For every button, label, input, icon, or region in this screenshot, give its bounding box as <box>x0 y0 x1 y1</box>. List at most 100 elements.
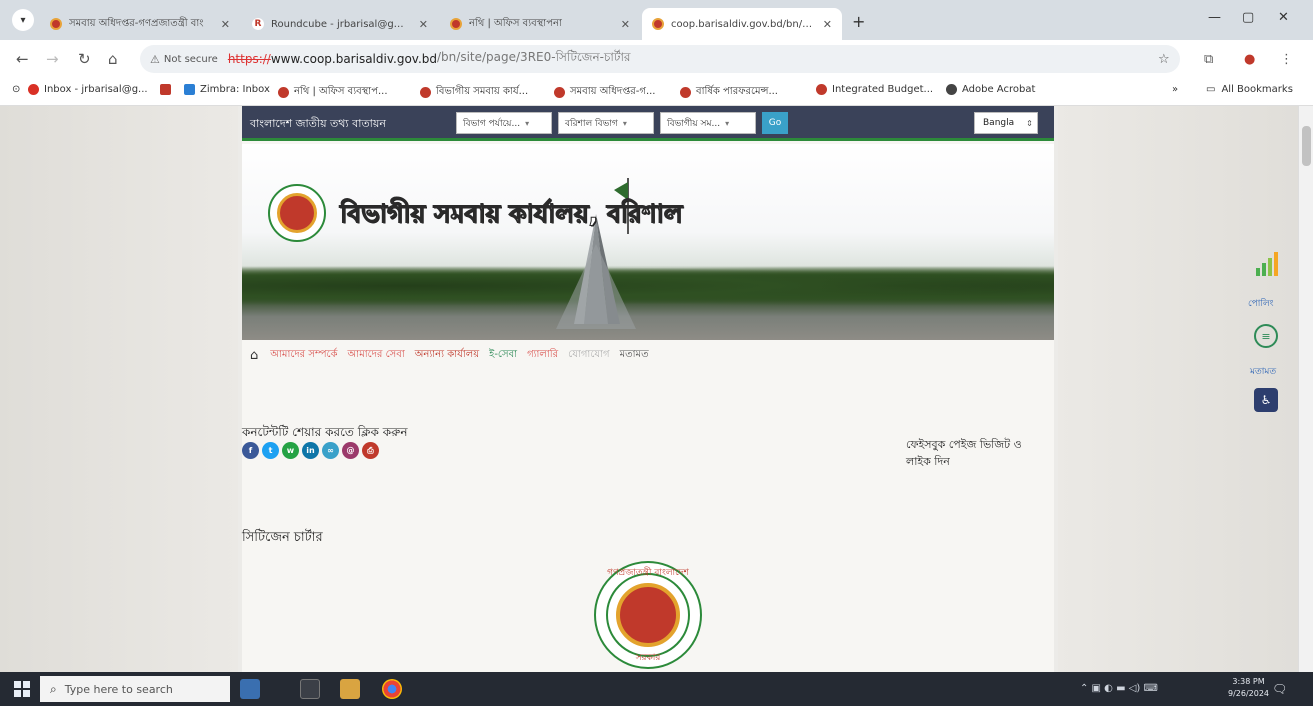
bookmark-item[interactable]: বিভাগীয় সমবায় কার্য... <box>420 84 528 101</box>
search-icon: ⌕ <box>50 681 57 696</box>
page-scrollbar[interactable] <box>1298 106 1313 672</box>
bookmark-label: Inbox - jrbarisal@g... <box>44 84 148 95</box>
page-title: সিটিজেন চার্টার <box>242 530 323 545</box>
menu-icon[interactable]: ⋮ <box>1280 52 1293 67</box>
security-label[interactable]: Not secure <box>164 54 218 65</box>
new-tab-button[interactable]: + <box>852 12 865 31</box>
government-seal-logo: গণপ্রজাতন্ত্রী বাংলাদেশ সরকার <box>594 561 702 669</box>
bookmark-item[interactable]: Zimbra: Inbox <box>184 84 270 95</box>
url-scheme: https:// <box>227 52 271 66</box>
close-window-icon[interactable]: ✕ <box>1278 10 1289 25</box>
feedback-chat-icon[interactable]: ≡ <box>1254 324 1278 348</box>
banner-title: বিভাগীয় সমবায় কার্যালয়, বরিশাল <box>339 199 683 229</box>
file-explorer-icon[interactable] <box>340 679 360 699</box>
menu-item-about[interactable]: আমাদের সম্পর্কে <box>270 347 337 364</box>
warning-icon[interactable]: ⚠ <box>150 53 160 66</box>
site-favicon-icon <box>420 87 431 98</box>
tab-title: নথি | অফিস ব্যবস্থাপনা <box>469 17 562 29</box>
bookmark-label: Adobe Acrobat <box>962 84 1036 95</box>
bookmark-item[interactable] <box>160 84 176 95</box>
linkedin-icon[interactable]: in <box>302 442 319 459</box>
bookmark-star-icon[interactable]: ☆ <box>1158 52 1170 67</box>
facebook-icon[interactable]: f <box>242 442 259 459</box>
bookmarks-more-button[interactable]: » <box>1172 84 1178 95</box>
menu-item-e-service[interactable]: ই-সেবা <box>489 347 517 364</box>
language-select[interactable]: Bangla ⇕ <box>974 112 1038 134</box>
browser-tab-active[interactable]: coop.barisaldiv.gov.bd/bn/site ✕ <box>642 8 842 40</box>
site-favicon-icon <box>278 87 289 98</box>
address-bar[interactable]: ⚠ Not secure https:// www.coop.barisaldi… <box>140 45 1180 73</box>
menu-item-services[interactable]: আমাদের সেবা <box>348 347 405 364</box>
scrollbar-thumb[interactable] <box>1302 126 1311 166</box>
browser-tab[interactable]: R Roundcube - jrbarisal@gmail.com ✕ <box>242 8 438 40</box>
taskbar-clock[interactable]: 3:38 PM 9/26/2024 <box>1228 676 1269 700</box>
print-icon[interactable]: ⎙ <box>362 442 379 459</box>
poll-chart-icon[interactable] <box>1256 248 1282 276</box>
feedback-label[interactable]: মতামত <box>1250 364 1276 379</box>
select-value: বিভাগ পর্যায়ে... <box>463 118 521 129</box>
link-icon[interactable]: ∞ <box>322 442 339 459</box>
bookmark-item[interactable]: Adobe Acrobat <box>946 84 1035 95</box>
accessibility-icon[interactable]: ♿ <box>1254 388 1278 412</box>
menu-item-other-offices[interactable]: অন্যান্য কার্যালয় <box>415 347 479 364</box>
task-view-icon[interactable] <box>300 679 320 699</box>
close-tab-icon[interactable]: ✕ <box>823 18 832 31</box>
forward-button[interactable]: → <box>46 50 59 68</box>
facebook-page-label[interactable]: ফেইসবুক পেইজ ভিজিট ও লাইক দিন <box>906 436 1046 470</box>
gmail-icon <box>28 84 39 95</box>
home-button[interactable]: ⌂ <box>108 50 118 68</box>
home-icon[interactable]: ⌂ <box>250 348 258 363</box>
menu-item-gallery[interactable]: গ্যালারি <box>527 347 558 364</box>
twitter-icon[interactable]: t <box>262 442 279 459</box>
back-button[interactable]: ← <box>16 50 29 68</box>
office-select[interactable]: বিভাগীয় সম... ▾ <box>660 112 756 134</box>
bookmark-label: Integrated Budget... <box>832 84 934 95</box>
windows-taskbar: ⌕ Type here to search ⌃ ▣ ◐ ▬ ◁) ⌨ 3:38 … <box>0 672 1313 706</box>
bird-app-icon[interactable] <box>240 679 260 699</box>
extensions-icon[interactable]: ⧉ <box>1204 52 1213 67</box>
share-icons: f t w in ∞ @ ⎙ <box>242 442 379 459</box>
bookmark-label: বার্ষিক পারফরমেন্স... <box>696 86 778 97</box>
page-viewport: বাংলাদেশ জাতীয় তথ্য বাতায়ন বিভাগ পর্যা… <box>0 106 1313 672</box>
bookmark-item[interactable]: Integrated Budget... <box>816 84 933 95</box>
office-emblem-logo <box>268 184 326 242</box>
minimize-icon[interactable]: — <box>1208 10 1221 25</box>
menu-item-feedback[interactable]: মতামত <box>620 347 649 364</box>
email-icon[interactable]: @ <box>342 442 359 459</box>
go-button[interactable]: Go <box>762 112 788 134</box>
system-tray[interactable]: ⌃ ▣ ◐ ▬ ◁) ⌨ <box>1080 683 1158 694</box>
poll-label[interactable]: পোলিং <box>1248 296 1274 311</box>
all-bookmarks[interactable]: ▭ All Bookmarks <box>1206 84 1293 95</box>
close-tab-icon[interactable]: ✕ <box>621 18 630 31</box>
taskbar-search-input[interactable]: ⌕ Type here to search <box>40 676 230 702</box>
windows-start-icon[interactable] <box>14 681 30 697</box>
chrome-taskbar-icon[interactable] <box>382 679 402 699</box>
browser-tab[interactable]: সমবায় অধিদপ্তর-গণপ্রজাতন্ত্রী বাং ✕ <box>40 8 240 40</box>
notification-icon[interactable]: 🗨 <box>1272 682 1287 696</box>
close-tab-icon[interactable]: ✕ <box>221 18 230 31</box>
menu-item-contact[interactable]: যোগাযোগ <box>568 347 609 364</box>
chrome-apps-icon[interactable]: ⊙ <box>12 84 20 95</box>
bookmark-item[interactable]: নথি | অফিস ব্যবস্থাপ... <box>278 84 388 101</box>
bookmark-item[interactable]: Inbox - jrbarisal@g... <box>28 84 148 95</box>
reload-button[interactable]: ↻ <box>78 50 91 68</box>
browser-tab[interactable]: নথি | অফিস ব্যবস্থাপনা ✕ <box>440 8 640 40</box>
division-select[interactable]: বরিশাল বিভাগ ▾ <box>558 112 654 134</box>
division-level-select[interactable]: বিভাগ পর্যায়ে... ▾ <box>456 112 552 134</box>
close-tab-icon[interactable]: ✕ <box>419 18 428 31</box>
chevron-down-icon: ▾ <box>725 118 730 128</box>
bookmark-item[interactable]: বার্ষিক পারফরমেন্স... <box>680 84 778 101</box>
browser-tab-bar: ▾ সমবায় অধিদপ্তর-গণপ্রজাতন্ত্রী বাং ✕ R… <box>0 0 1313 40</box>
language-value: Bangla <box>983 118 1015 128</box>
site-banner: বিভাগীয় সমবায় কার্যালয়, বরিশাল <box>242 144 1054 340</box>
site-favicon-icon <box>652 18 664 30</box>
tab-title: coop.barisaldiv.gov.bd/bn/site <box>671 18 817 30</box>
whatsapp-icon[interactable]: w <box>282 442 299 459</box>
bookmark-item[interactable]: সমবায় অধিদপ্তর-গ... <box>554 84 656 101</box>
share-label: কনটেন্টটি শেয়ার করতে ক্লিক করুন <box>242 425 408 439</box>
profile-avatar[interactable]: ● <box>1244 52 1255 67</box>
tab-search-icon[interactable]: ▾ <box>12 9 34 31</box>
maximize-icon[interactable]: ▢ <box>1242 10 1254 25</box>
portal-name[interactable]: বাংলাদেশ জাতীয় তথ্য বাতায়ন <box>250 115 386 134</box>
bookmark-label: Zimbra: Inbox <box>200 84 270 95</box>
